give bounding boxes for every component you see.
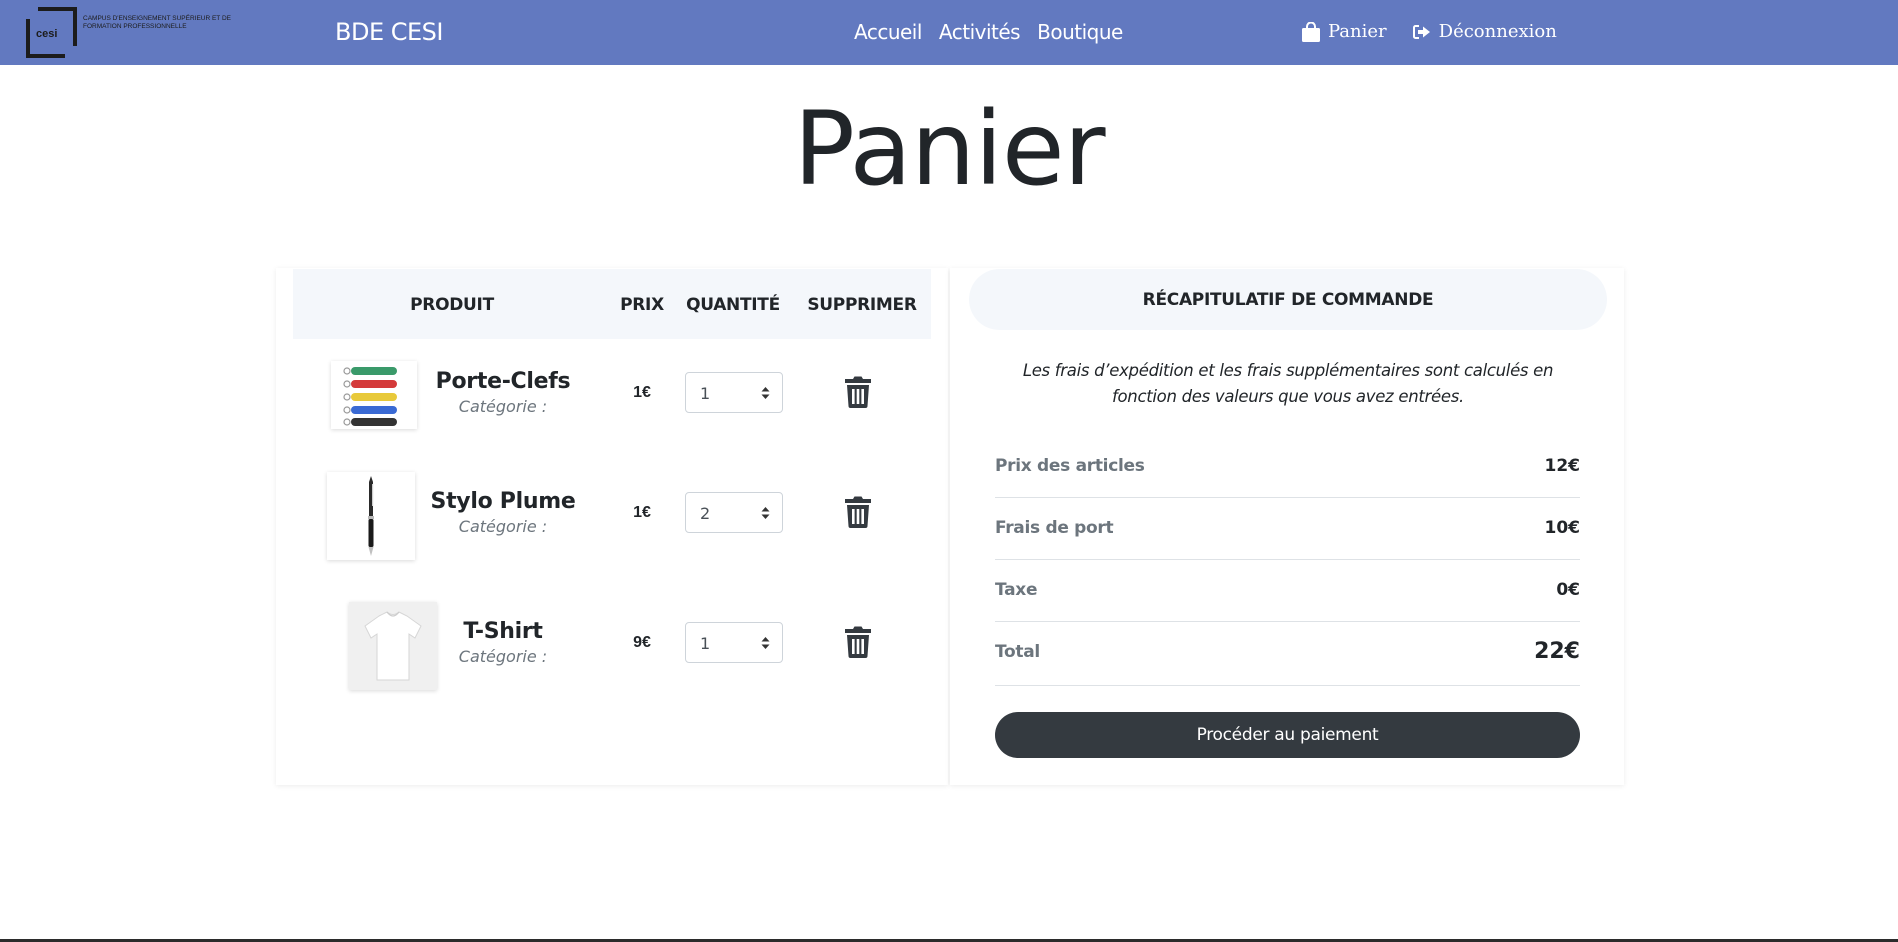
summary-value: 0€ (1556, 580, 1580, 600)
column-header-product: Produit (410, 295, 494, 315)
sign-out-icon (1412, 24, 1430, 39)
summary-row-tax: Taxe 0€ (995, 560, 1580, 622)
table-row: T-Shirt Catégorie : 9€ 1 (293, 598, 931, 708)
spinner-arrows-icon (761, 387, 770, 399)
user-nav: Panier Déconnexion (1302, 21, 1557, 42)
product-image-keychain (331, 361, 417, 429)
shipping-note: Les frais d’expédition et les frais supp… (1022, 361, 1554, 406)
product-price: 1€ (633, 504, 651, 521)
order-summary-title: Récapitulatif de commande (1142, 290, 1434, 310)
cart-link[interactable]: Panier (1302, 21, 1387, 42)
spinner-arrows-icon (761, 637, 770, 649)
column-header-delete: Supprimer (807, 295, 917, 315)
logout-link[interactable]: Déconnexion (1412, 21, 1557, 42)
logo-tagline: Campus d'enseignement supérieur et de fo… (83, 15, 231, 30)
main-nav: Accueil Activités Boutique (854, 20, 1123, 44)
product-price: 1€ (633, 384, 651, 401)
trash-icon[interactable] (844, 626, 872, 658)
column-header-quantity: Quantité (686, 295, 780, 315)
shopping-bag-icon (1302, 21, 1320, 42)
logo-mark: cesi (26, 7, 77, 58)
product-image-tshirt (349, 602, 437, 690)
nav-link-accueil[interactable]: Accueil (854, 20, 922, 44)
order-summary-header: Récapitulatif de commande (969, 269, 1607, 330)
product-category: Catégorie : (458, 647, 548, 666)
product-name[interactable]: T-Shirt (413, 619, 593, 644)
product-image-pen (327, 472, 415, 560)
order-summary: Récapitulatif de commande Les frais d’ex… (950, 268, 1624, 785)
brand-title[interactable]: BDE CESI (335, 18, 443, 46)
cart-table: Produit Prix Quantité Supprimer (276, 268, 948, 785)
trash-icon[interactable] (844, 496, 872, 528)
trash-icon[interactable] (844, 376, 872, 408)
summary-label: Total (995, 642, 1040, 662)
quantity-value: 1 (700, 634, 711, 653)
summary-label: Taxe (995, 580, 1038, 600)
summary-label: Frais de port (995, 518, 1114, 538)
product-price: 9€ (633, 634, 651, 651)
quantity-stepper[interactable]: 2 (685, 492, 783, 533)
logo-word: cesi (36, 28, 58, 40)
quantity-value: 2 (700, 504, 711, 523)
column-header-price: Prix (620, 295, 664, 315)
table-row: Porte-Clefs Catégorie : 1€ 1 (293, 350, 931, 460)
summary-total-value: 22€ (1534, 639, 1580, 664)
nav-link-boutique[interactable]: Boutique (1037, 20, 1123, 44)
product-category: Catégorie : (458, 517, 548, 536)
product-category: Catégorie : (458, 397, 548, 416)
quantity-stepper[interactable]: 1 (685, 622, 783, 663)
summary-row-total: Total 22€ (995, 622, 1580, 686)
spinner-arrows-icon (761, 507, 770, 519)
product-name[interactable]: Porte-Clefs (413, 369, 593, 394)
quantity-stepper[interactable]: 1 (685, 372, 783, 413)
summary-value: 12€ (1544, 456, 1581, 476)
summary-label: Prix des articles (995, 456, 1145, 476)
nav-link-activites[interactable]: Activités (939, 20, 1021, 44)
summary-row-shipping: Frais de port 10€ (995, 498, 1580, 560)
product-name[interactable]: Stylo Plume (413, 489, 593, 514)
checkout-button[interactable]: Procéder au paiement (995, 712, 1580, 758)
summary-value: 10€ (1544, 518, 1581, 538)
navbar: cesi Campus d'enseignement supérieur et … (0, 0, 1898, 65)
page-title: Panier (793, 90, 1105, 209)
logout-link-label: Déconnexion (1438, 21, 1557, 42)
cart-link-label: Panier (1328, 21, 1387, 42)
quantity-value: 1 (700, 384, 711, 403)
cart-table-header: Produit Prix Quantité Supprimer (293, 269, 931, 339)
table-row: Stylo Plume Catégorie : 1€ 2 (293, 468, 931, 578)
cesi-logo[interactable]: cesi Campus d'enseignement supérieur et … (26, 7, 231, 58)
summary-row-subtotal: Prix des articles 12€ (995, 436, 1580, 498)
